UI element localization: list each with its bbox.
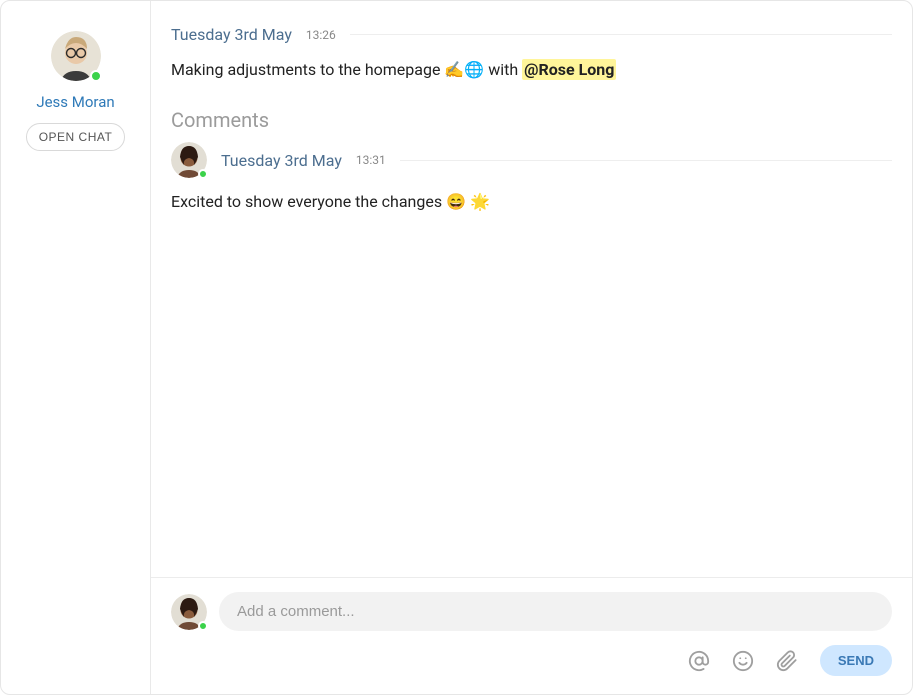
post-body: Making adjustments to the homepage ✍️🌐 w… [171, 58, 892, 82]
user-mention[interactable]: @Rose Long [522, 59, 616, 80]
post-text: Making adjustments to the homepage ✍️🌐 w… [171, 60, 522, 79]
presence-indicator [198, 621, 208, 631]
divider [350, 34, 892, 35]
divider [400, 160, 892, 161]
author-avatar[interactable] [51, 31, 101, 81]
post-meta: Tuesday 3rd May 13:26 [171, 25, 892, 44]
compose-row [171, 592, 892, 631]
attachment-icon[interactable] [776, 650, 798, 672]
presence-indicator [90, 70, 102, 82]
comment-time: 13:31 [356, 153, 386, 167]
thread-scroll: Tuesday 3rd May 13:26 Making adjustments… [151, 1, 912, 577]
comment-body: Excited to show everyone the changes 😄 🌟 [171, 192, 892, 211]
compose-footer: SEND [151, 577, 912, 694]
current-user-avatar[interactable] [171, 594, 207, 630]
send-button[interactable]: SEND [820, 645, 892, 676]
presence-indicator [198, 169, 208, 179]
post-time: 13:26 [306, 28, 336, 42]
open-chat-button[interactable]: OPEN CHAT [26, 123, 126, 151]
compose-actions: SEND [171, 645, 892, 676]
author-sidebar: Jess Moran OPEN CHAT [1, 1, 151, 694]
main-content: Tuesday 3rd May 13:26 Making adjustments… [151, 1, 912, 694]
author-name-link[interactable]: Jess Moran [36, 93, 114, 111]
comment-date: Tuesday 3rd May [221, 151, 342, 170]
comment-meta: Tuesday 3rd May 13:31 [171, 142, 892, 178]
comment: Tuesday 3rd May 13:31 Excited to show ev… [171, 142, 892, 211]
emoji-icon[interactable] [732, 650, 754, 672]
post-date: Tuesday 3rd May [171, 25, 292, 44]
mention-icon[interactable] [688, 650, 710, 672]
comment-input[interactable] [219, 592, 892, 631]
activity-panel: Jess Moran OPEN CHAT Tuesday 3rd May 13:… [0, 0, 913, 695]
commenter-avatar[interactable] [171, 142, 207, 178]
comments-heading: Comments [171, 108, 892, 132]
